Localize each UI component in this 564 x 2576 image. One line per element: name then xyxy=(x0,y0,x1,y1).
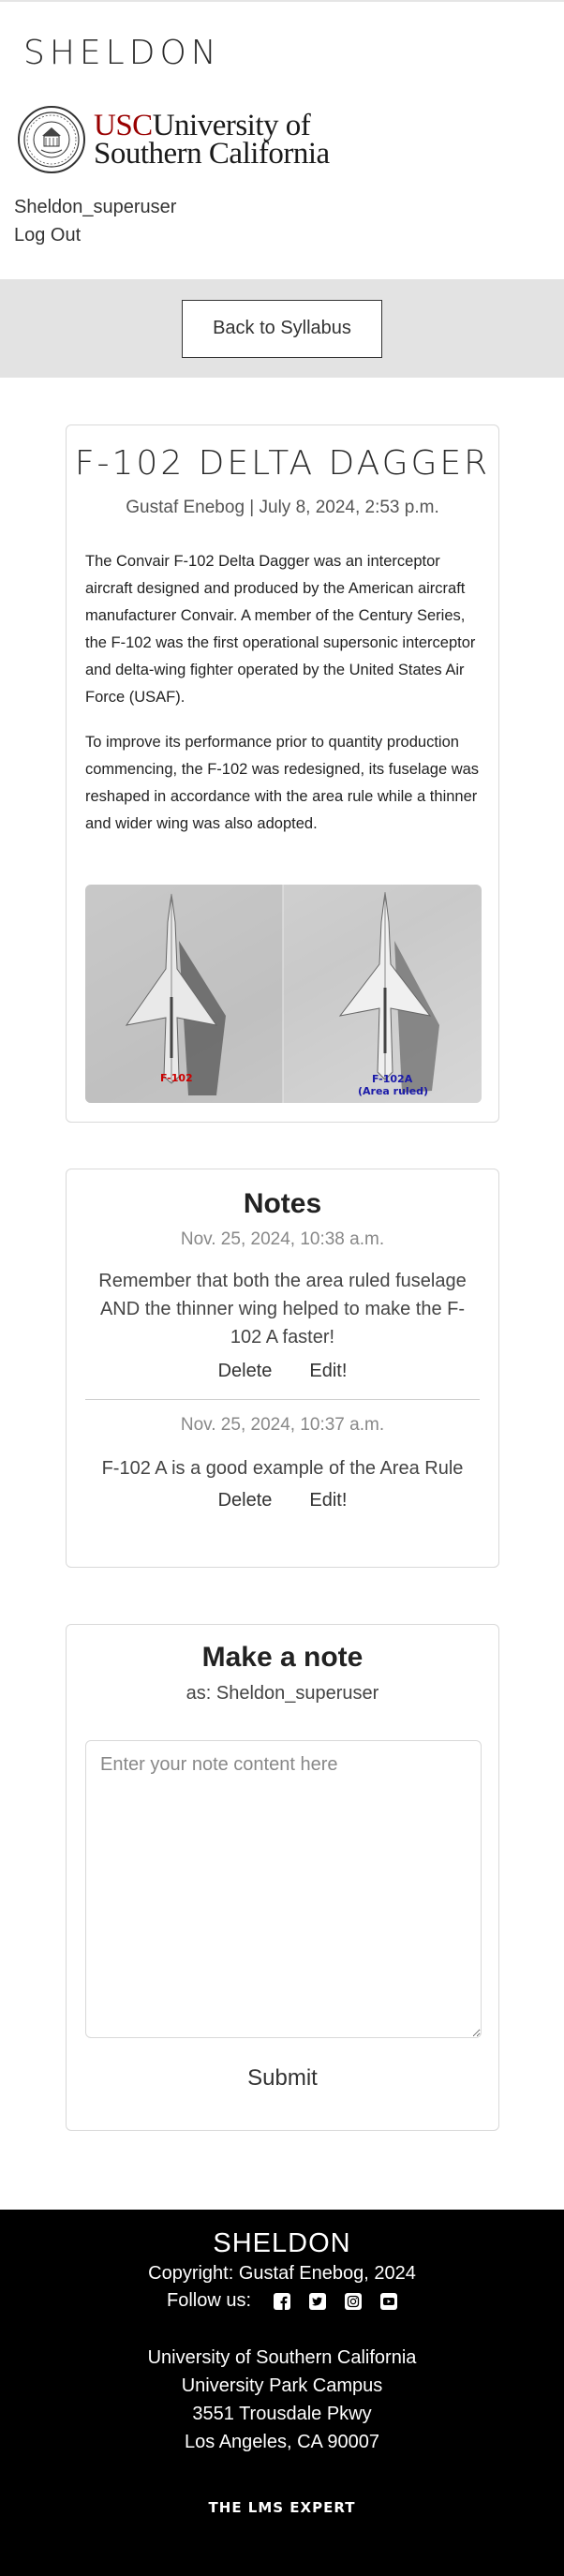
note-item: Nov. 25, 2024, 10:38 a.m. Remember that … xyxy=(67,1229,498,1382)
usc-seal-icon xyxy=(18,106,85,173)
site-footer: SHELDON Copyright: Gustaf Enebog, 2024 F… xyxy=(0,2210,564,2576)
youtube-icon[interactable] xyxy=(380,2292,398,2310)
delete-note-button[interactable]: Delete xyxy=(218,1490,273,1511)
note-content-input[interactable] xyxy=(85,1740,482,2038)
back-bar: Back to Syllabus xyxy=(0,279,564,378)
facebook-icon[interactable] xyxy=(274,2292,291,2310)
article-meta: Gustaf Enebog | July 8, 2024, 2:53 p.m. xyxy=(126,498,439,517)
article-card: F-102 DELTA DAGGER Gustaf Enebog | July … xyxy=(66,424,499,1123)
usc-logo[interactable]: USCUniversity of Southern California xyxy=(17,105,330,174)
usc-line2-text: Southern California xyxy=(94,137,330,171)
lms-expert-logo[interactable]: THE LMS EXPERT xyxy=(0,2499,564,2516)
note-actions: Delete Edit! xyxy=(67,1490,498,1511)
address-line: 3551 Trousdale Pkwy xyxy=(192,2404,372,2424)
social-links xyxy=(274,2292,398,2310)
follow-label: Follow us: xyxy=(166,2290,252,2311)
make-note-user: as: Sheldon_superuser xyxy=(186,1683,379,1704)
edit-note-button[interactable]: Edit! xyxy=(309,1361,347,1382)
note-text: F-102 A is a good example of the Area Ru… xyxy=(101,1458,464,1479)
note-text: Remember that both the area ruled fusela… xyxy=(98,1271,467,1348)
note-date: Nov. 25, 2024, 10:38 a.m. xyxy=(180,1229,385,1249)
page: SHELDON USCUniversity of Southern Califo… xyxy=(0,0,564,2576)
footer-copyright: Copyright: Gustaf Enebog, 2024 xyxy=(148,2263,416,2284)
note-actions: Delete Edit! xyxy=(67,1361,498,1382)
username-link[interactable]: Sheldon_superuser xyxy=(14,197,176,218)
notes-card: Notes Nov. 25, 2024, 10:38 a.m. Remember… xyxy=(66,1169,499,1568)
address-line: University of Southern California xyxy=(147,2347,417,2368)
footer-brand: SHELDON xyxy=(213,2228,351,2258)
address-line: University Park Campus xyxy=(181,2375,383,2396)
make-note-title: Make a note xyxy=(201,1642,364,1673)
footer-address: University of Southern California Univer… xyxy=(0,2344,564,2456)
instagram-icon[interactable] xyxy=(345,2292,363,2310)
note-divider xyxy=(85,1399,480,1400)
f102-comparison-photo: F-102 F-102A (Area ruled) xyxy=(85,885,482,1103)
site-header: SHELDON USCUniversity of Southern Califo… xyxy=(0,0,564,279)
article-paragraph: To improve its performance prior to quan… xyxy=(85,734,480,832)
notes-title: Notes xyxy=(243,1188,322,1219)
article-paragraph: The Convair F-102 Delta Dagger was an in… xyxy=(85,553,476,706)
delete-note-button[interactable]: Delete xyxy=(218,1361,273,1382)
article-title: F-102 DELTA DAGGER xyxy=(74,444,491,483)
note-date: Nov. 25, 2024, 10:37 a.m. xyxy=(180,1415,385,1435)
twitter-icon[interactable] xyxy=(309,2292,327,2310)
back-to-syllabus-button[interactable]: Back to Syllabus xyxy=(182,299,382,358)
image-label-right-sub: (Area ruled) xyxy=(358,1085,428,1097)
article-body: The Convair F-102 Delta Dagger was an in… xyxy=(85,548,480,838)
logout-link[interactable]: Log Out xyxy=(14,225,81,246)
address-line: Los Angeles, CA 90007 xyxy=(185,2432,379,2452)
brand-logo[interactable]: SHELDON xyxy=(23,34,221,72)
make-note-card: Make a note as: Sheldon_superuser Submit xyxy=(66,1624,499,2131)
image-label-left: F-102 xyxy=(160,1072,193,1084)
submit-button[interactable]: Submit xyxy=(67,2065,498,2092)
note-item: Nov. 25, 2024, 10:37 a.m. F-102 A is a g… xyxy=(67,1415,498,1511)
edit-note-button[interactable]: Edit! xyxy=(309,1490,347,1511)
usc-wordmark: USCUniversity of Southern California xyxy=(94,111,330,171)
footer-follow: Follow us: xyxy=(0,2290,564,2312)
image-label-right: F-102A xyxy=(372,1073,413,1085)
